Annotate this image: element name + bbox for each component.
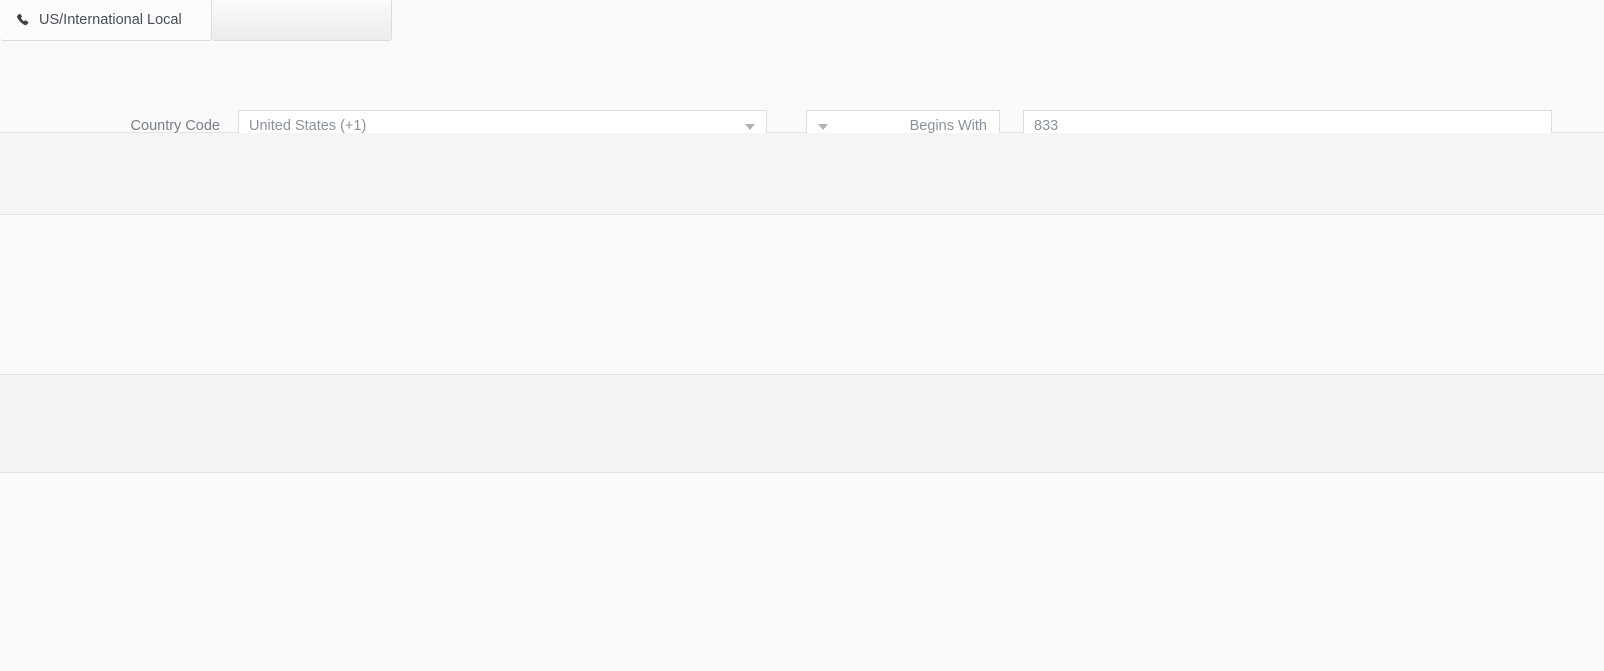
tab-secondary[interactable]: [212, 0, 392, 41]
tables-section: Numbers Number Location Select 1 8333946…: [0, 473, 1604, 671]
page-root: US/International Local Country Code Unit…: [0, 0, 1604, 671]
tab-label: US/International Local: [39, 12, 182, 28]
country-code-value: United States (+1): [249, 118, 366, 134]
tab-us-international-local[interactable]: US/International Local: [0, 0, 212, 41]
phone-icon: [16, 13, 30, 27]
search-query-value: 833: [1034, 118, 1058, 134]
checks-section: Automatically Enable Caller ID Check i A…: [0, 375, 1604, 473]
chevron-down-icon: [818, 124, 828, 130]
chevron-down-icon: [745, 124, 755, 130]
search-section: Country Code United States (+1) Begins W…: [0, 41, 1604, 133]
search-button-section: Search Available Numbers: [0, 133, 1604, 215]
match-operator-value: Begins With: [910, 118, 987, 134]
settings-section: Welcome Message i Default Default Phone …: [0, 215, 1604, 375]
tab-bar: US/International Local: [0, 0, 1604, 41]
